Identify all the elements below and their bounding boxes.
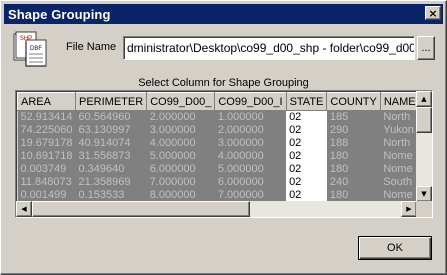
- table-cell[interactable]: 180: [326, 149, 381, 163]
- table-cell[interactable]: 0.153533: [75, 188, 147, 202]
- horizontal-scroll-thumb[interactable]: [32, 201, 250, 217]
- table-cell[interactable]: 188: [326, 136, 381, 150]
- table-cell[interactable]: 7.000000: [214, 188, 287, 202]
- table-cell[interactable]: 8.000000: [146, 188, 215, 202]
- window-title: Shape Grouping: [8, 6, 111, 22]
- table-cell[interactable]: Nome: [380, 162, 417, 176]
- column-header[interactable]: COUNTY: [326, 92, 381, 111]
- grid-caption: Select Column for Shape Grouping: [138, 77, 309, 89]
- browse-button[interactable]: ...: [417, 36, 435, 60]
- vertical-scroll-thumb[interactable]: [416, 107, 432, 133]
- table-cell[interactable]: Nome: [380, 188, 417, 202]
- arrow-left-icon: ◀: [21, 204, 27, 213]
- table-row: 74.225060 63.130997 3.000000 2.000000 02…: [17, 123, 417, 137]
- arrow-up-icon: ▲: [421, 94, 427, 103]
- column-grid[interactable]: AREA PERIMETER CO99_D00_ CO99_D00_I STAT…: [15, 90, 433, 218]
- grid-viewport: AREA PERIMETER CO99_D00_ CO99_D00_I STAT…: [17, 92, 417, 202]
- close-button[interactable]: ×: [425, 6, 441, 20]
- column-header[interactable]: NAME: [379, 92, 417, 111]
- table-cell-selected[interactable]: 02: [286, 136, 327, 150]
- table-cell[interactable]: 21.358969: [75, 175, 147, 189]
- table-cell[interactable]: 5.000000: [146, 149, 215, 163]
- table-cell[interactable]: North: [380, 136, 417, 150]
- table-row: 0.003749 0.349640 6.000000 5.000000 02 1…: [17, 162, 417, 176]
- table-cell[interactable]: 60.564960: [75, 110, 147, 124]
- scroll-right-button[interactable]: ▶: [401, 201, 417, 217]
- title-bar[interactable]: Shape Grouping ×: [4, 4, 443, 24]
- scroll-up-button[interactable]: ▲: [416, 91, 432, 107]
- table-cell[interactable]: 40.914074: [75, 136, 147, 150]
- table-cell[interactable]: 4.000000: [146, 136, 215, 150]
- table-cell[interactable]: 185: [326, 110, 381, 124]
- table-cell-selected[interactable]: 02: [286, 162, 327, 176]
- vertical-scrollbar[interactable]: ▲ ▼: [416, 91, 432, 202]
- table-cell[interactable]: 4.000000: [214, 149, 287, 163]
- scroll-corner: [416, 201, 432, 217]
- file-name-label: File Name: [66, 41, 117, 53]
- column-header[interactable]: PERIMETER: [74, 92, 148, 111]
- table-cell[interactable]: North: [380, 110, 417, 124]
- table-row: 0.001499 0.153533 8.000000 7.000000 02 1…: [17, 188, 417, 202]
- table-cell-selected[interactable]: 02: [286, 123, 327, 137]
- icon-text-bottom: DBF: [30, 46, 42, 52]
- table-cell[interactable]: 7.000000: [146, 175, 215, 189]
- table-cell[interactable]: 240: [326, 175, 381, 189]
- column-header[interactable]: AREA: [17, 92, 76, 111]
- table-cell[interactable]: 180: [326, 162, 381, 176]
- table-cell[interactable]: 180: [326, 188, 381, 202]
- table-cell[interactable]: 3.000000: [146, 123, 215, 137]
- header-row: AREA PERIMETER CO99_D00_ CO99_D00_I STAT…: [17, 92, 417, 111]
- table-cell[interactable]: 10.691718: [17, 149, 76, 163]
- table-cell[interactable]: 1.000000: [214, 110, 287, 124]
- table-row: 52.913414 60.564960 2.000000 1.000000 02…: [17, 110, 417, 124]
- column-header-selected[interactable]: STATE: [285, 92, 328, 111]
- table-cell[interactable]: Yukon: [380, 123, 417, 137]
- ok-button[interactable]: OK: [358, 236, 432, 260]
- horizontal-scrollbar[interactable]: ◀ ▶: [16, 201, 417, 217]
- close-icon: ×: [428, 6, 438, 20]
- table-cell[interactable]: 19.679178: [17, 136, 76, 150]
- table-cell-selected[interactable]: 02: [286, 188, 327, 202]
- scroll-left-button[interactable]: ◀: [16, 201, 32, 217]
- table-cell[interactable]: 63.130997: [75, 123, 147, 137]
- table-cell-selected[interactable]: 02: [286, 175, 327, 189]
- data-table: AREA PERIMETER CO99_D00_ CO99_D00_I STAT…: [17, 92, 417, 202]
- table-cell-selected[interactable]: 02: [286, 110, 327, 124]
- table-cell-selected[interactable]: 02: [286, 149, 327, 163]
- file-name-input[interactable]: dministrator\Desktop\co99_d00_shp - fold…: [123, 36, 415, 60]
- table-cell[interactable]: 52.913414: [17, 110, 76, 124]
- table-cell[interactable]: 6.000000: [146, 162, 215, 176]
- table-cell[interactable]: 74.225060: [17, 123, 76, 137]
- shp-dbf-file-icon: SHP DBF: [13, 31, 47, 67]
- column-header[interactable]: CO99_D00_: [146, 92, 216, 111]
- column-header[interactable]: CO99_D00_I: [214, 92, 287, 111]
- table-cell[interactable]: 0.349640: [75, 162, 147, 176]
- table-cell[interactable]: 290: [326, 123, 381, 137]
- table-cell[interactable]: South: [380, 175, 417, 189]
- table-cell[interactable]: 11.848073: [17, 175, 76, 189]
- arrow-down-icon: ▼: [421, 189, 427, 198]
- table-cell[interactable]: 3.000000: [214, 136, 287, 150]
- table-cell[interactable]: 0.001499: [17, 188, 76, 202]
- table-cell[interactable]: 6.000000: [214, 175, 287, 189]
- table-row: 19.679178 40.914074 4.000000 3.000000 02…: [17, 136, 417, 150]
- table-cell[interactable]: 2.000000: [214, 123, 287, 137]
- table-row: 11.848073 21.358969 7.000000 6.000000 02…: [17, 175, 417, 189]
- table-cell[interactable]: 2.000000: [146, 110, 215, 124]
- table-row: 10.691718 31.556873 5.000000 4.000000 02…: [17, 149, 417, 163]
- table-cell[interactable]: 31.556873: [75, 149, 147, 163]
- arrow-right-icon: ▶: [406, 204, 412, 213]
- table-cell[interactable]: 0.003749: [17, 162, 76, 176]
- scroll-down-button[interactable]: ▼: [416, 186, 432, 202]
- table-cell[interactable]: 5.000000: [214, 162, 287, 176]
- table-cell[interactable]: Nome: [380, 149, 417, 163]
